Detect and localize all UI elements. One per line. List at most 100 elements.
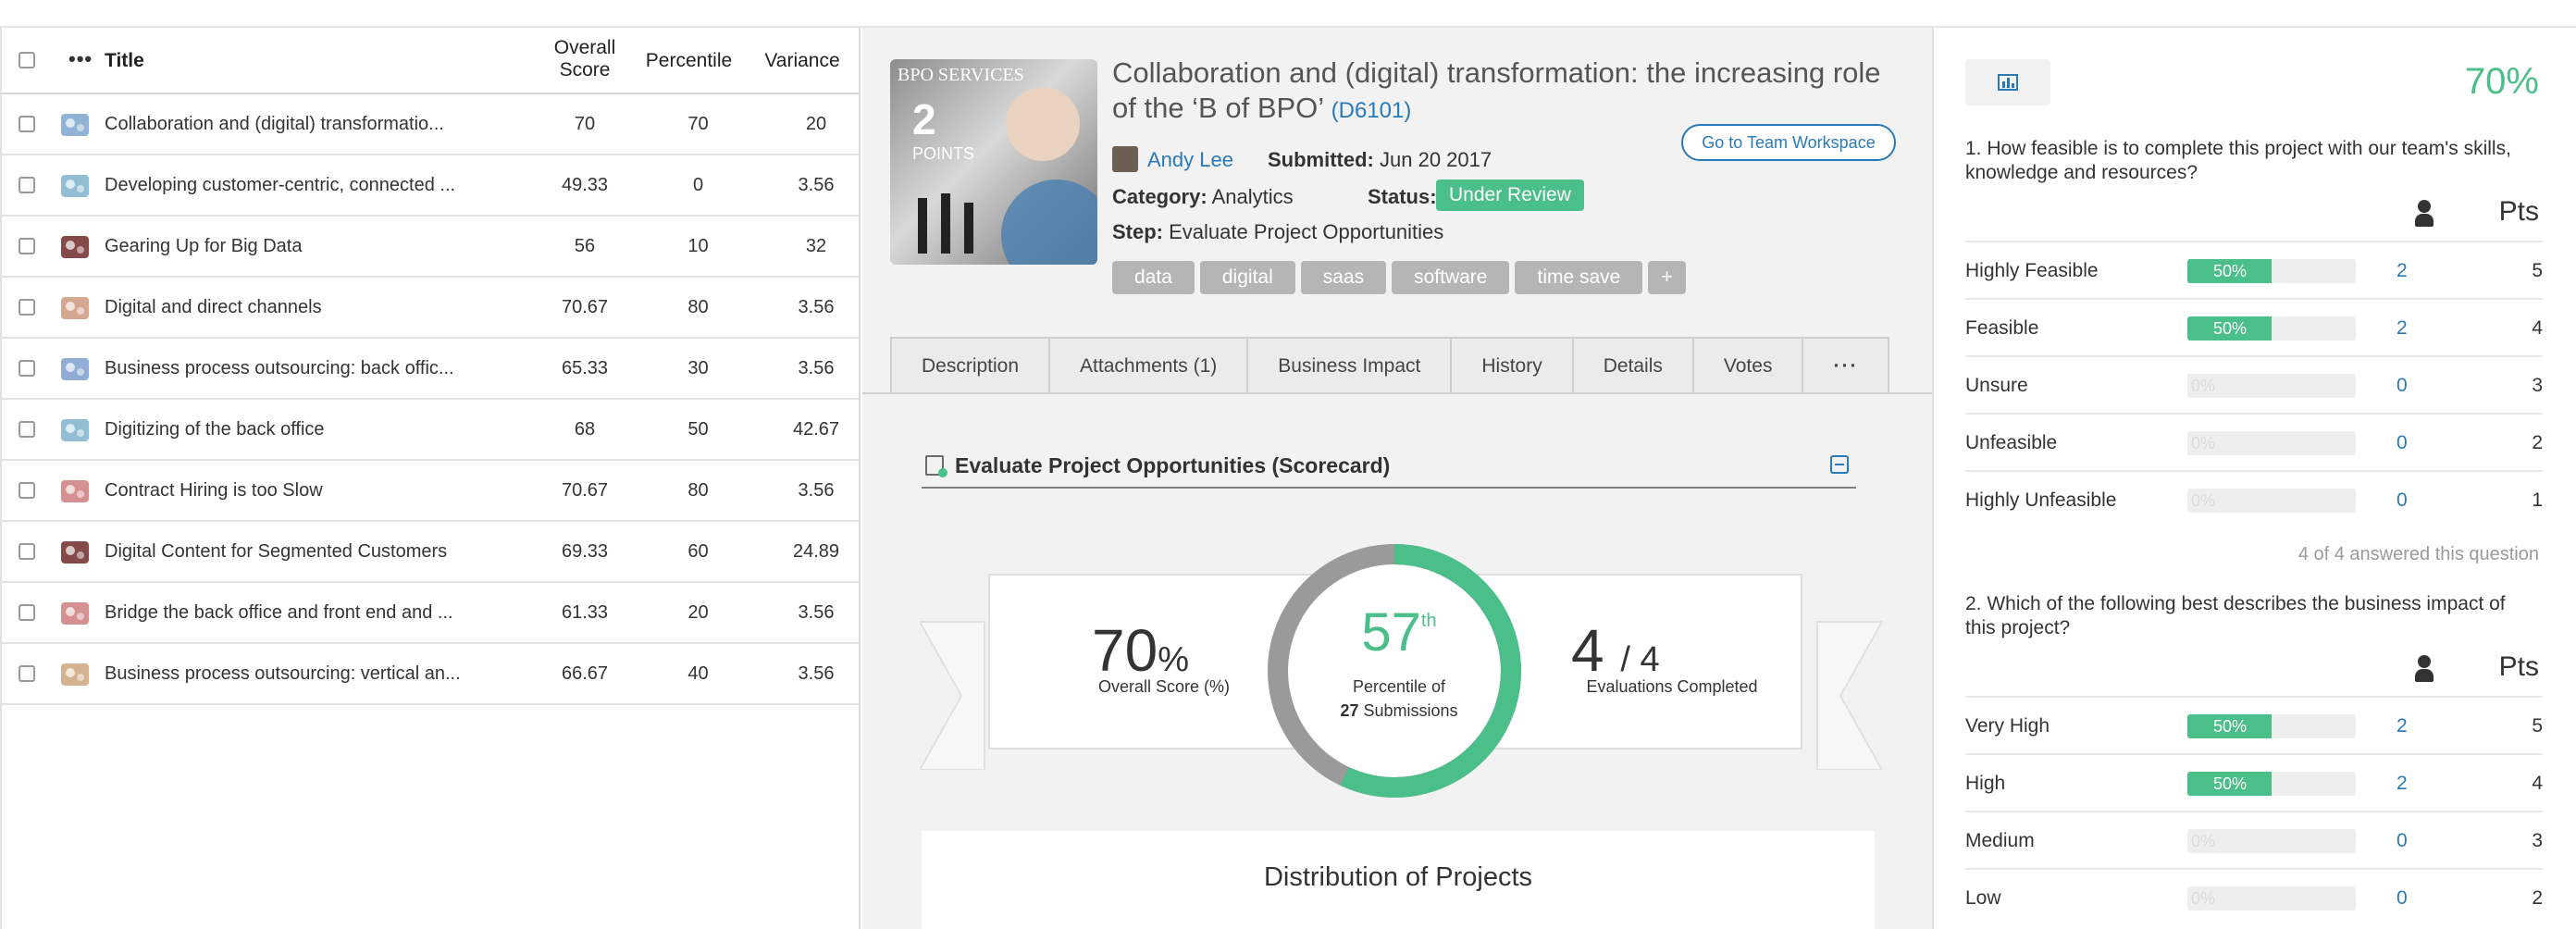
col-variance-header[interactable]: Variance xyxy=(756,50,848,72)
question-text: 1. How feasible is to complete this proj… xyxy=(1965,138,2511,183)
add-tag-button[interactable]: + xyxy=(1648,261,1686,294)
answer-count-link[interactable]: 2 xyxy=(2396,773,2408,795)
tag[interactable]: saas xyxy=(1300,261,1387,294)
col-title-header[interactable]: Title xyxy=(105,50,144,72)
row-title[interactable]: Business process outsourcing: back offic… xyxy=(105,358,454,379)
row-checkbox[interactable] xyxy=(19,238,35,254)
scorecard-header: Evaluate Project Opportunities (Scorecar… xyxy=(922,450,1856,489)
answer-points: 5 xyxy=(2532,715,2543,737)
row-checkbox[interactable] xyxy=(19,177,35,193)
person-icon xyxy=(2415,655,2434,683)
top-bar xyxy=(0,0,2576,28)
tab-business-impact[interactable]: Business Impact xyxy=(1246,337,1451,394)
row-title[interactable]: Collaboration and (digital) transformati… xyxy=(105,114,444,135)
answer-label: Feasible xyxy=(1965,317,2039,339)
step-value: Evaluate Project Opportunities xyxy=(1169,220,1444,243)
row-variance: 42.67 xyxy=(792,419,840,440)
row-checkbox[interactable] xyxy=(19,421,35,438)
tag[interactable]: time save xyxy=(1515,261,1643,294)
row-checkbox[interactable] xyxy=(19,360,35,377)
percentile-label: Percentile of xyxy=(1352,677,1446,696)
tab-more[interactable]: ··· xyxy=(1802,337,1890,394)
tab-history[interactable]: History xyxy=(1450,337,1572,394)
answer-bar: 0% xyxy=(2187,829,2356,853)
table-header: ••• Title Overall Score Percentile Varia… xyxy=(2,28,859,94)
submitted-date: Jun 20 2017 xyxy=(1380,148,1492,171)
answer-percent: 0% xyxy=(2191,889,2216,908)
chart-toggle-button[interactable] xyxy=(1965,59,2050,105)
project-id-link[interactable]: D6101 xyxy=(1339,98,1405,123)
answer-count-link[interactable]: 2 xyxy=(2396,317,2408,340)
answer-percent: 50% xyxy=(2212,717,2248,736)
more-options-icon[interactable]: ••• xyxy=(68,49,93,69)
author-link[interactable]: Andy Lee xyxy=(1147,148,1233,172)
row-title[interactable]: Business process outsourcing: vertical a… xyxy=(105,663,461,685)
row-variance: 3.56 xyxy=(798,480,835,501)
answer-count-link[interactable]: 2 xyxy=(2396,715,2408,737)
answer-count-link[interactable]: 2 xyxy=(2396,260,2408,282)
answer-count-link[interactable]: 0 xyxy=(2396,830,2408,852)
row-score: 70.67 xyxy=(561,480,609,501)
table-row[interactable]: Digital and direct channels 70.67 80 3.56 xyxy=(2,278,859,339)
table-row[interactable]: Digital Content for Segmented Customers 6… xyxy=(2,522,859,583)
row-checkbox[interactable] xyxy=(19,299,35,316)
row-checkbox[interactable] xyxy=(19,543,35,560)
share-icon xyxy=(59,539,91,566)
tab-description[interactable]: Description xyxy=(890,337,1049,394)
tag[interactable]: software xyxy=(1392,261,1510,294)
row-checkbox[interactable] xyxy=(19,604,35,621)
answer-count-link[interactable]: 0 xyxy=(2396,489,2408,512)
answer-bar: 50% xyxy=(2187,772,2356,796)
answer-row: High 50% 2 4 xyxy=(1965,753,2543,811)
tag[interactable]: data xyxy=(1112,261,1195,294)
submitted-label: Submitted: xyxy=(1268,148,1374,171)
row-title[interactable]: Developing customer-centric, connected .… xyxy=(105,175,455,196)
col-score-header[interactable]: Overall Score xyxy=(543,37,626,81)
row-checkbox[interactable] xyxy=(19,116,35,132)
row-title[interactable]: Digital Content for Segmented Customers xyxy=(105,541,447,563)
table-row[interactable]: Contract Hiring is too Slow 70.67 80 3.56 xyxy=(2,461,859,522)
row-checkbox[interactable] xyxy=(19,665,35,682)
table-row[interactable]: Business process outsourcing: back offic… xyxy=(2,339,859,400)
tab-attachments[interactable]: Attachments (1) xyxy=(1048,337,1247,394)
table-row[interactable]: Digitizing of the back office 68 50 42.67 xyxy=(2,400,859,461)
select-all-checkbox[interactable] xyxy=(19,52,35,68)
tag[interactable]: digital xyxy=(1199,261,1295,294)
row-title[interactable]: Gearing Up for Big Data xyxy=(105,236,302,257)
table-row[interactable]: Business process outsourcing: vertical a… xyxy=(2,644,859,705)
table-row[interactable]: Bridge the back office and front end and… xyxy=(2,583,859,644)
answer-count-link[interactable]: 0 xyxy=(2396,375,2408,397)
collapse-icon[interactable] xyxy=(1830,455,1849,474)
answer-row: Unsure 0% 0 3 xyxy=(1965,355,2543,413)
answer-label: Unsure xyxy=(1965,375,2028,396)
answer-row: Highly Feasible 50% 2 5 xyxy=(1965,241,2543,298)
evaluations-label: Evaluations Completed xyxy=(1586,677,1758,696)
row-score: 56 xyxy=(574,236,596,256)
row-score: 65.33 xyxy=(561,358,609,378)
percentile-value: 57th xyxy=(1361,602,1437,663)
answer-percent: 0% xyxy=(2191,491,2216,510)
project-list-table: ••• Title Overall Score Percentile Varia… xyxy=(0,28,861,929)
col-percentile-header[interactable]: Percentile xyxy=(640,50,737,72)
person-icon xyxy=(2415,200,2434,228)
answer-count-link[interactable]: 0 xyxy=(2396,432,2408,454)
team-workspace-button[interactable]: Go to Team Workspace xyxy=(1681,124,1896,161)
row-title[interactable]: Contract Hiring is too Slow xyxy=(105,480,323,502)
row-score: 61.33 xyxy=(561,602,609,623)
tab-details[interactable]: Details xyxy=(1571,337,1692,394)
answer-percent: 50% xyxy=(2212,774,2248,793)
table-row[interactable]: Developing customer-centric, connected .… xyxy=(2,155,859,217)
answer-points: 3 xyxy=(2532,375,2543,396)
network-icon xyxy=(59,294,91,322)
row-title[interactable]: Bridge the back office and front end and… xyxy=(105,602,453,624)
row-percentile: 80 xyxy=(687,480,709,501)
answer-count-link[interactable]: 0 xyxy=(2396,887,2408,910)
row-title[interactable]: Digitizing of the back office xyxy=(105,419,325,440)
answer-row: Medium 0% 0 3 xyxy=(1965,811,2543,868)
category-value: Analytics xyxy=(1211,185,1294,208)
table-row[interactable]: Gearing Up for Big Data 56 10 32 xyxy=(2,217,859,278)
table-row[interactable]: Collaboration and (digital) transformati… xyxy=(2,94,859,155)
row-checkbox[interactable] xyxy=(19,482,35,499)
row-title[interactable]: Digital and direct channels xyxy=(105,297,322,318)
tab-votes[interactable]: Votes xyxy=(1691,337,1802,394)
